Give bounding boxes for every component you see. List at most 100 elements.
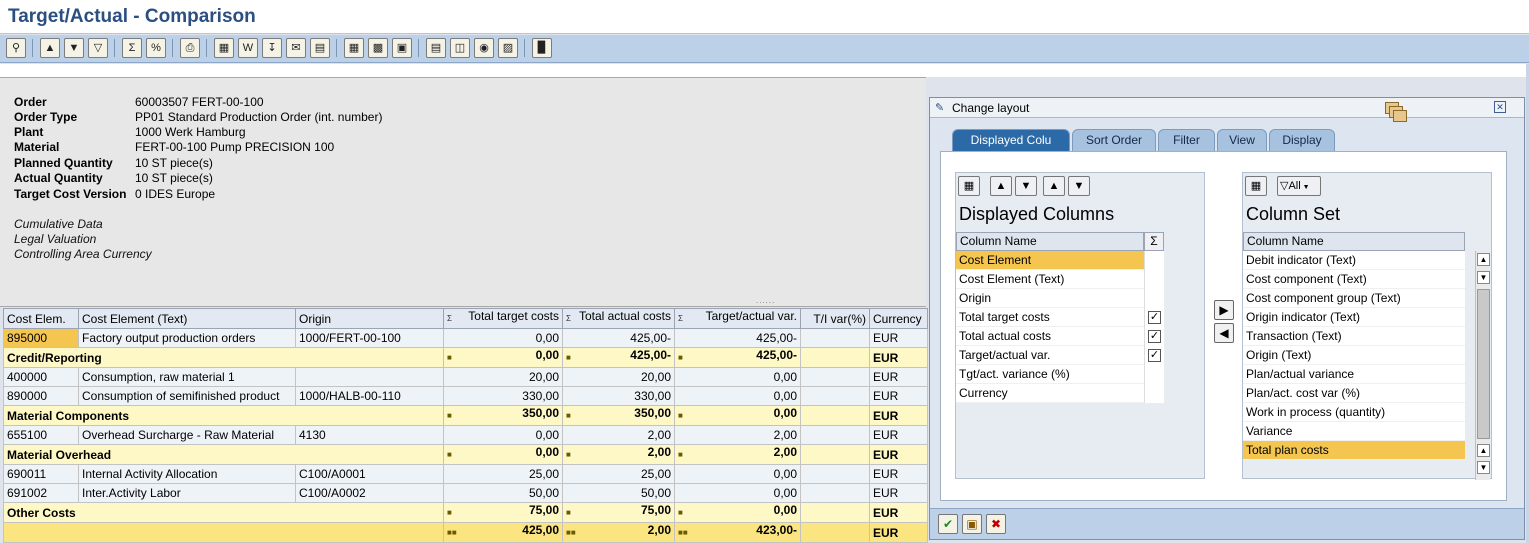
list-item[interactable]: Total target costs [956,308,1144,327]
column-name-header[interactable]: Column Name [1243,232,1465,251]
filter-all-dropdown[interactable]: ▽All ▼ [1277,176,1321,196]
cell-cost-elem[interactable]: 691002 [3,483,79,503]
move-right-icon[interactable]: ▶ [1214,300,1234,320]
cell-ti-var[interactable] [800,464,870,484]
abc-analysis-icon[interactable]: ▤ [310,38,330,58]
cancel-icon[interactable]: ✖ [986,514,1006,534]
cell-ti-var[interactable] [800,444,870,465]
cell-total-actual-costs[interactable]: ■■ 2,00 [562,522,675,543]
cell-total-label[interactable] [3,522,444,543]
list-item[interactable]: Cost Element (Text) [956,270,1144,289]
cell-target-actual-var[interactable]: ■ 2,00 [674,444,801,465]
cell-total-target-costs[interactable]: 0,00 [443,328,563,348]
change-layout-icon[interactable]: ▩ [368,38,388,58]
detail-icon[interactable]: ⚲ [6,38,26,58]
export-local-file-icon[interactable]: ↧ [262,38,282,58]
cost-element-icon[interactable]: ▉ [532,38,552,58]
cell-target-actual-var[interactable]: ■ 0,00 [674,502,801,523]
cell-target-actual-var[interactable]: 0,00 [674,483,801,503]
list-item[interactable]: Total plan costs [1243,441,1465,460]
column-header-total-actual-costs[interactable]: Σ Total actual costs [562,308,675,329]
table-row[interactable]: 655100 Overhead Surcharge - Raw Material… [3,425,928,445]
list-item[interactable]: Tgt/act. variance (%) [956,365,1144,384]
filter-icon[interactable]: ▽ [88,38,108,58]
cell-cost-element-text[interactable]: Consumption, raw material 1 [78,367,296,387]
splitter[interactable]: ...... [0,296,926,307]
save-icon[interactable]: ▣ [962,514,982,534]
cell-total-target-costs[interactable]: 0,00 [443,425,563,445]
cell-cost-element-text[interactable]: Internal Activity Allocation [78,464,296,484]
hierarchy-icon[interactable]: ◉ [474,38,494,58]
table-row[interactable]: 400000 Consumption, raw material 1 20,00… [3,367,928,387]
move-left-icon[interactable]: ◀ [1214,323,1234,343]
cell-ti-var[interactable] [800,425,870,445]
subtotal-row[interactable]: Credit/Reporting ■ 0,00 ■ 425,00- ■ 425,00-… [3,347,928,368]
cell-total-actual-costs[interactable]: 425,00- [562,328,675,348]
cell-subtotal-label[interactable]: Credit/Reporting [3,347,444,368]
save-layout-icon[interactable]: ▤ [426,38,446,58]
send-icon[interactable]: ✉ [286,38,306,58]
cell-currency[interactable]: EUR [869,502,928,523]
cell-total-target-costs[interactable]: 50,00 [443,483,563,503]
column-name-header[interactable]: Column Name [956,232,1144,251]
list-item[interactable]: Origin [956,289,1144,308]
subtotal-row[interactable]: Material Components ■ 350,00 ■ 350,00 ■ 0,0… [3,405,928,426]
cell-total-target-costs[interactable]: ■ 0,00 [443,347,563,368]
cell-total-target-costs[interactable]: 330,00 [443,386,563,406]
sum-checkbox-target-actual-var[interactable]: ✓ [1148,349,1161,362]
cell-total-actual-costs[interactable]: 50,00 [562,483,675,503]
list-item[interactable]: Total actual costs [956,327,1144,346]
column-set-scrollbar[interactable]: ▲ ▼ ▲ ▼ [1475,251,1490,480]
list-item[interactable]: Cost component (Text) [1243,270,1465,289]
tab-view[interactable]: View [1217,129,1267,151]
cell-cost-elem[interactable]: 655100 [3,425,79,445]
cell-currency[interactable]: EUR [869,367,928,387]
cell-origin[interactable]: C100/A0002 [295,483,444,503]
cell-ti-var[interactable] [800,386,870,406]
cell-cost-element-text[interactable]: Factory output production orders [78,328,296,348]
close-icon[interactable]: ✕ [1494,101,1506,113]
drilldown-icon[interactable]: ▨ [498,38,518,58]
grand-total-row[interactable]: ■■ 425,00 ■■ 2,00 ■■ 423,00- EUR [3,522,928,543]
column-header-currency[interactable]: Currency [869,308,928,329]
cell-currency[interactable]: EUR [869,425,928,445]
cell-cost-element-text[interactable]: Overhead Surcharge - Raw Material [78,425,296,445]
table-row[interactable]: 690011 Internal Activity Allocation C100… [3,464,928,484]
subtotal-row[interactable]: Material Overhead ■ 0,00 ■ 2,00 ■ 2,00 EUR [3,444,928,465]
list-item[interactable]: Plan/actual variance [1243,365,1465,384]
cell-origin[interactable]: 4130 [295,425,444,445]
column-header-target-actual-var[interactable]: Σ Target/actual var. [674,308,801,329]
tab-displayed-columns[interactable]: Displayed Colu [952,129,1070,151]
print-preview-icon[interactable]: ⎙ [180,38,200,58]
list-item[interactable]: Cost Element [956,251,1144,270]
list-item[interactable]: Transaction (Text) [1243,327,1465,346]
cell-currency[interactable]: EUR [869,522,928,543]
cell-target-actual-var[interactable]: ■ 425,00- [674,347,801,368]
cell-cost-element-text[interactable]: Inter.Activity Labor [78,483,296,503]
list-item[interactable]: Origin indicator (Text) [1243,308,1465,327]
export-word-icon[interactable]: W [238,38,258,58]
cell-total-actual-costs[interactable]: ■ 75,00 [562,502,675,523]
find-icon[interactable]: ▦ [958,176,980,196]
list-item[interactable]: Target/actual var. [956,346,1144,365]
column-header-origin[interactable]: Origin [295,308,444,329]
list-item[interactable]: Debit indicator (Text) [1243,251,1465,270]
cell-target-actual-var[interactable]: 0,00 [674,464,801,484]
find-icon[interactable]: ▦ [1245,176,1267,196]
column-header-total-target-costs[interactable]: Σ Total target costs [443,308,563,329]
cell-target-actual-var[interactable]: 0,00 [674,367,801,387]
cell-total-target-costs[interactable]: ■ 350,00 [443,405,563,426]
graphic-icon[interactable]: ▦ [344,38,364,58]
cell-total-actual-costs[interactable]: 20,00 [562,367,675,387]
list-item[interactable]: Origin (Text) [1243,346,1465,365]
sum-icon[interactable]: Σ [1144,232,1164,251]
scroll-up-icon[interactable]: ▲ [1477,253,1490,266]
cell-total-target-costs[interactable]: 20,00 [443,367,563,387]
tab-filter[interactable]: Filter [1158,129,1215,151]
select-icon[interactable]: ▲ [40,38,60,58]
total-icon[interactable]: Σ [122,38,142,58]
cell-ti-var[interactable] [800,367,870,387]
cell-origin[interactable]: C100/A0001 [295,464,444,484]
scroll-page-down-icon[interactable]: ▼ [1477,461,1490,474]
cell-currency[interactable]: EUR [869,386,928,406]
